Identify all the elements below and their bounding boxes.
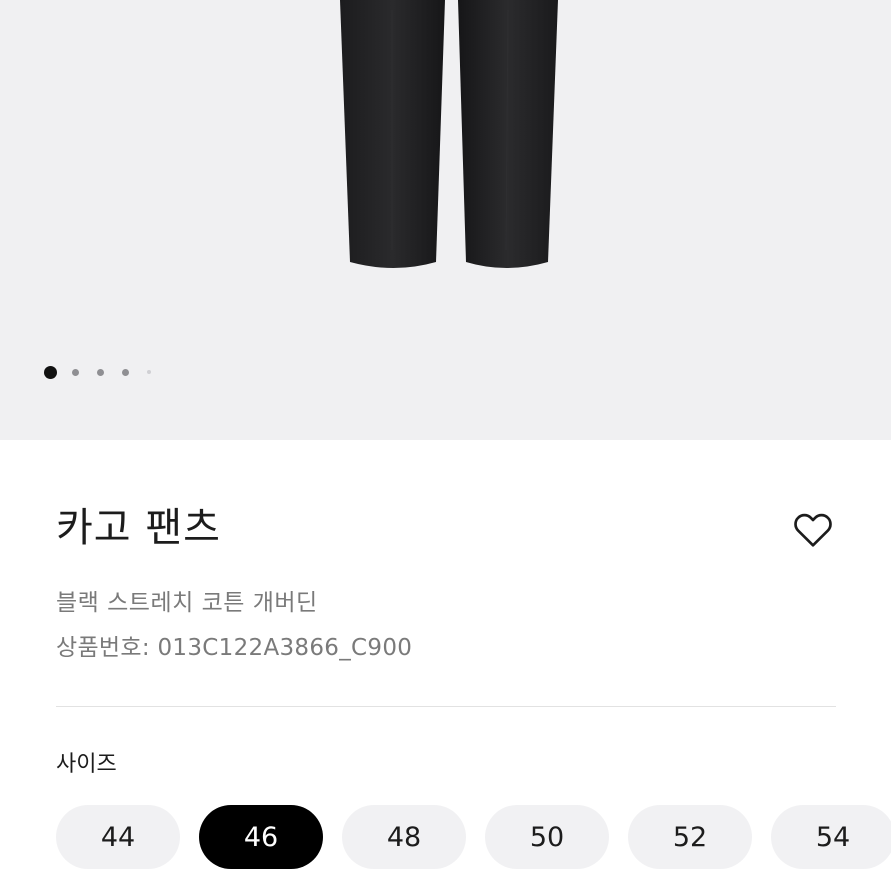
size-option-48[interactable]: 48 <box>342 805 466 869</box>
gallery-dot-1[interactable] <box>44 365 57 379</box>
gallery-dot-2[interactable] <box>72 368 79 376</box>
product-title: 카고 팬츠 <box>56 505 221 551</box>
gallery-pagination <box>44 365 169 379</box>
product-code: 상품번호: 013C122A3866_C900 <box>56 635 413 661</box>
size-option-52[interactable]: 52 <box>628 805 752 869</box>
product-image-gallery[interactable] <box>0 0 891 440</box>
size-option-44[interactable]: 44 <box>56 805 180 869</box>
size-options: 44 46 48 50 52 54 <box>56 805 891 869</box>
gallery-dot-5[interactable] <box>147 370 151 374</box>
size-option-54[interactable]: 54 <box>771 805 891 869</box>
size-option-50[interactable]: 50 <box>485 805 609 869</box>
gallery-dot-3[interactable] <box>97 368 104 376</box>
product-description: 블랙 스트레치 코튼 개버딘 <box>56 590 318 616</box>
gallery-dot-4[interactable] <box>122 368 129 376</box>
heart-outline-icon <box>794 513 832 547</box>
size-label: 사이즈 <box>56 752 117 777</box>
size-option-46[interactable]: 46 <box>199 805 323 869</box>
divider <box>56 706 836 707</box>
wishlist-button[interactable] <box>790 506 836 552</box>
